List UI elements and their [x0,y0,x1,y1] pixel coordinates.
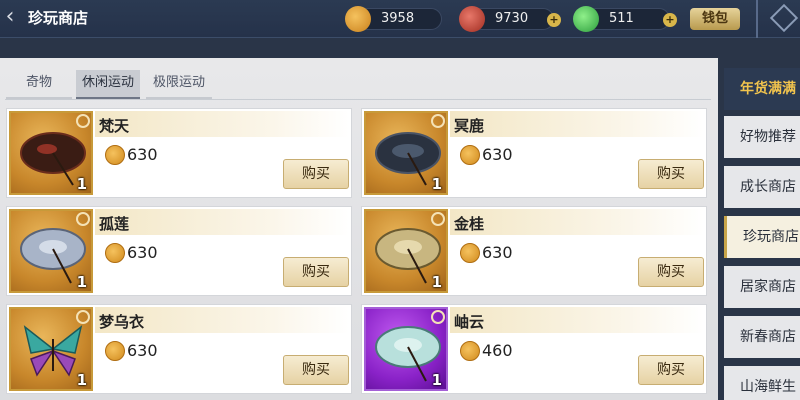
top-bar: ‹ 珍玩商店 3958 9730 + 511 + 钱包 [0,0,800,38]
item-price: 630 [127,145,158,164]
item-thumbnail: 1 [9,111,93,195]
sidebar-item-spring-shop[interactable]: 新春商店 [724,316,800,358]
item-name-bar [450,307,704,333]
sidebar-item-treasure-shop[interactable]: 珍玩商店 [724,216,800,258]
item-name: 金桂 [454,215,485,233]
item-quantity: 1 [431,175,442,193]
item-quantity: 1 [431,371,442,389]
page-title: 珍玩商店 [28,9,89,27]
jade-coin-icon [573,6,599,32]
buy-button[interactable]: 购买 [638,257,704,287]
buy-button[interactable]: 购买 [283,257,349,287]
link-icon [431,114,445,128]
corner-ornament-icon [756,0,800,38]
item-quantity: 1 [76,175,87,193]
item-name-bar [450,111,704,137]
tab-leisure-sports[interactable]: 休闲运动 [76,70,140,100]
currency-jade: 511 + [573,6,677,32]
currency-gold-value: 3958 [381,11,415,26]
shop-sidebar: 年货满满 好物推荐 成长商店 珍玩商店 居家商店 新春商店 山海鲜生 [724,58,800,400]
link-icon [76,114,90,128]
item-name: 梵天 [99,117,130,135]
item-name: 冥鹿 [454,117,485,135]
sidebar-item-growth-shop[interactable]: 成长商店 [724,166,800,208]
item-quantity: 1 [431,273,442,291]
buy-button[interactable]: 购买 [283,355,349,385]
buy-button[interactable]: 购买 [638,159,704,189]
sidebar-item-new-year-goods[interactable]: 年货满满 [724,68,800,110]
tab-extreme-sports[interactable]: 极限运动 [146,70,212,100]
currency-jade-value: 511 [609,11,634,26]
sidebar-item-home-shop[interactable]: 居家商店 [724,266,800,308]
add-red-currency-button[interactable]: + [547,13,561,27]
item-name: 梦乌衣 [99,313,145,331]
item-card[interactable]: 1 岫云 460 购买 [361,304,707,394]
currency-red: 9730 + [459,6,561,32]
item-thumbnail: 1 [364,307,448,391]
item-name-bar [450,209,704,235]
item-name-bar [95,209,349,235]
gold-ingot-icon [105,243,125,263]
currency-gold: 3958 [345,6,442,32]
link-icon [76,310,90,324]
sidebar-item-recommended[interactable]: 好物推荐 [724,116,800,158]
item-price: 630 [482,145,513,164]
gold-ingot-icon [460,243,480,263]
item-card[interactable]: 1 梵天 630 购买 [6,108,352,198]
chevron-left-icon: ‹ [5,4,15,29]
item-thumbnail: 1 [9,209,93,293]
gold-ingot-icon [105,145,125,165]
buy-button[interactable]: 购买 [638,355,704,385]
gold-ingot-icon [460,341,480,361]
tab-qiwu[interactable]: 奇物 [6,70,72,100]
red-coin-icon [459,6,485,32]
currency-red-value: 9730 [495,11,529,26]
item-thumbnail: 1 [9,307,93,391]
link-icon [431,310,445,324]
item-name: 孤莲 [99,215,130,233]
item-name-bar [95,111,349,137]
item-card[interactable]: 1 金桂 630 购买 [361,206,707,296]
item-name: 岫云 [454,313,485,331]
wallet-button[interactable]: 钱包 [690,8,740,30]
add-jade-currency-button[interactable]: + [663,13,677,27]
item-price: 630 [127,243,158,262]
tabs-divider [5,99,711,100]
link-icon [76,212,90,226]
item-price: 630 [482,243,513,262]
item-card[interactable]: 1 孤莲 630 购买 [6,206,352,296]
item-price: 630 [127,341,158,360]
buy-button[interactable]: 购买 [283,159,349,189]
item-thumbnail: 1 [364,111,448,195]
back-button[interactable]: ‹ [0,2,20,34]
item-quantity: 1 [76,371,87,389]
link-icon [431,212,445,226]
item-card[interactable]: 1 冥鹿 630 购买 [361,108,707,198]
item-card[interactable]: 1 梦乌衣 630 购买 [6,304,352,394]
gold-ingot-icon [345,6,371,32]
item-quantity: 1 [76,273,87,291]
item-price: 460 [482,341,513,360]
gold-ingot-icon [105,341,125,361]
sidebar-item-seafood[interactable]: 山海鲜生 [724,366,800,400]
gold-ingot-icon [460,145,480,165]
item-thumbnail: 1 [364,209,448,293]
